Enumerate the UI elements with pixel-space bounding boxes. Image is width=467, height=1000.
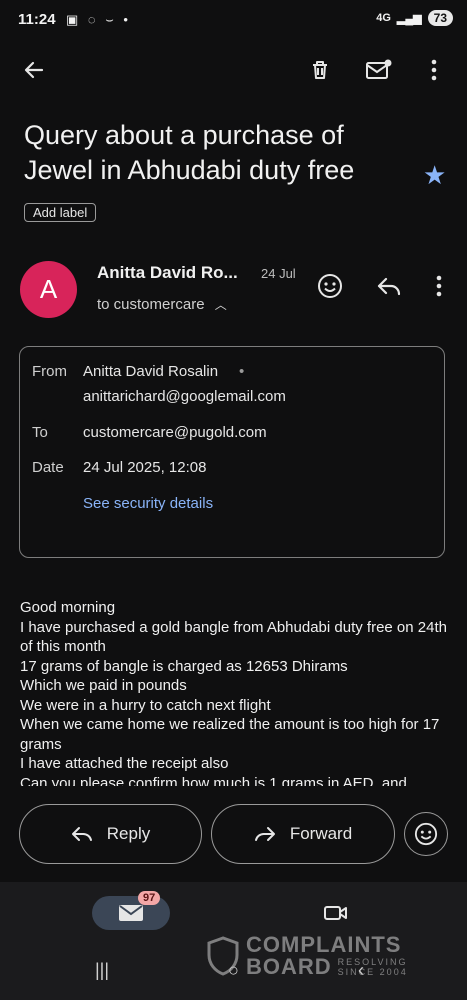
watermark: COMPLAINTS BOARD RESOLVING SINCE 2004 bbox=[206, 934, 408, 978]
recipient-line: to customercare bbox=[97, 296, 205, 313]
body-line: When we came home we realized the amount… bbox=[20, 716, 440, 753]
status-right: 4G ▂▄▆ 73 bbox=[376, 10, 453, 26]
mail-icon bbox=[119, 905, 143, 921]
trash-icon[interactable] bbox=[306, 56, 334, 84]
signal-icon: ▂▄▆ bbox=[396, 12, 422, 25]
from-email[interactable]: anittarichard@googlemail.com bbox=[83, 388, 286, 405]
to-email[interactable]: customercare@pugold.com bbox=[83, 424, 267, 441]
chevron-up-icon: ︿ bbox=[214, 298, 227, 312]
reply-icon[interactable] bbox=[375, 273, 403, 299]
emoji-react-icon[interactable] bbox=[316, 272, 344, 300]
avatar[interactable]: A bbox=[20, 261, 77, 318]
body-line: Can you please confirm how much is 1 gra… bbox=[20, 774, 407, 787]
recipient-toggle[interactable]: to customercare ︿ bbox=[97, 296, 227, 313]
back-arrow-icon[interactable] bbox=[20, 56, 48, 84]
battery-indicator: 73 bbox=[427, 10, 453, 26]
watermark-line2: BOARD bbox=[246, 954, 332, 979]
body-line: Good morning bbox=[20, 599, 116, 616]
sender-name[interactable]: Anitta David Ro... bbox=[97, 263, 238, 283]
message-more-icon[interactable] bbox=[428, 274, 450, 298]
message-details-panel: From Anitta David Rosalin • anittarichar… bbox=[19, 346, 445, 558]
recents-icon[interactable]: ||| bbox=[95, 960, 109, 981]
emoji-icon bbox=[414, 822, 438, 846]
nav-meet-tab[interactable] bbox=[322, 901, 350, 925]
watermark-tag2: SINCE 2004 bbox=[337, 967, 408, 977]
star-icon[interactable]: ★ bbox=[423, 160, 446, 191]
video-icon bbox=[324, 906, 347, 920]
body-line: I have purchased a gold bangle from Abhu… bbox=[20, 618, 447, 656]
status-notification-icons: ▣ ◌ ⌣ • bbox=[66, 12, 131, 27]
forward-button[interactable]: Forward bbox=[211, 804, 395, 864]
security-details-link[interactable]: See security details bbox=[83, 495, 213, 512]
date-value: 24 Jul 2025, 12:08 bbox=[83, 459, 207, 476]
body-line: We were in a hurry to catch next flight bbox=[20, 696, 271, 714]
watermark-line1: COMPLAINTS bbox=[246, 932, 402, 957]
status-time: 11:24 bbox=[18, 11, 56, 28]
reply-label: Reply bbox=[106, 824, 151, 843]
more-vert-icon[interactable] bbox=[422, 56, 446, 84]
watermark-tag1: RESOLVING bbox=[337, 957, 408, 967]
email-body: Good morning I have purchased a gold ban… bbox=[20, 598, 450, 786]
add-label-button[interactable]: Add label bbox=[24, 203, 97, 222]
emoji-button[interactable] bbox=[404, 812, 448, 856]
body-line: 17 grams of bangle is charged as 12653 D… bbox=[20, 657, 348, 675]
forward-label: Forward bbox=[289, 824, 353, 843]
forward-arrow-icon bbox=[254, 827, 275, 841]
body-line: I have attached the receipt also bbox=[20, 755, 229, 772]
email-subject: Query about a purchase of Jewel in Abhud… bbox=[24, 120, 355, 185]
status-bar: 11:24 ▣ ◌ ⌣ • 4G ▂▄▆ 73 bbox=[0, 0, 467, 40]
email-date: 24 Jul bbox=[261, 266, 296, 281]
reply-button[interactable]: Reply bbox=[19, 804, 202, 864]
shield-logo-icon bbox=[207, 936, 239, 976]
separator-dot: • bbox=[239, 363, 245, 380]
network-label: 4G bbox=[376, 12, 391, 24]
to-label: To bbox=[32, 424, 48, 441]
date-label: Date bbox=[32, 459, 64, 476]
unread-badge: 97 bbox=[138, 891, 161, 905]
body-line: Which we paid in pounds bbox=[20, 677, 187, 694]
from-name: Anitta David Rosalin bbox=[83, 363, 219, 380]
mail-unread-icon[interactable] bbox=[364, 56, 394, 84]
reply-arrow-icon bbox=[71, 827, 92, 841]
from-label: From bbox=[32, 363, 67, 380]
